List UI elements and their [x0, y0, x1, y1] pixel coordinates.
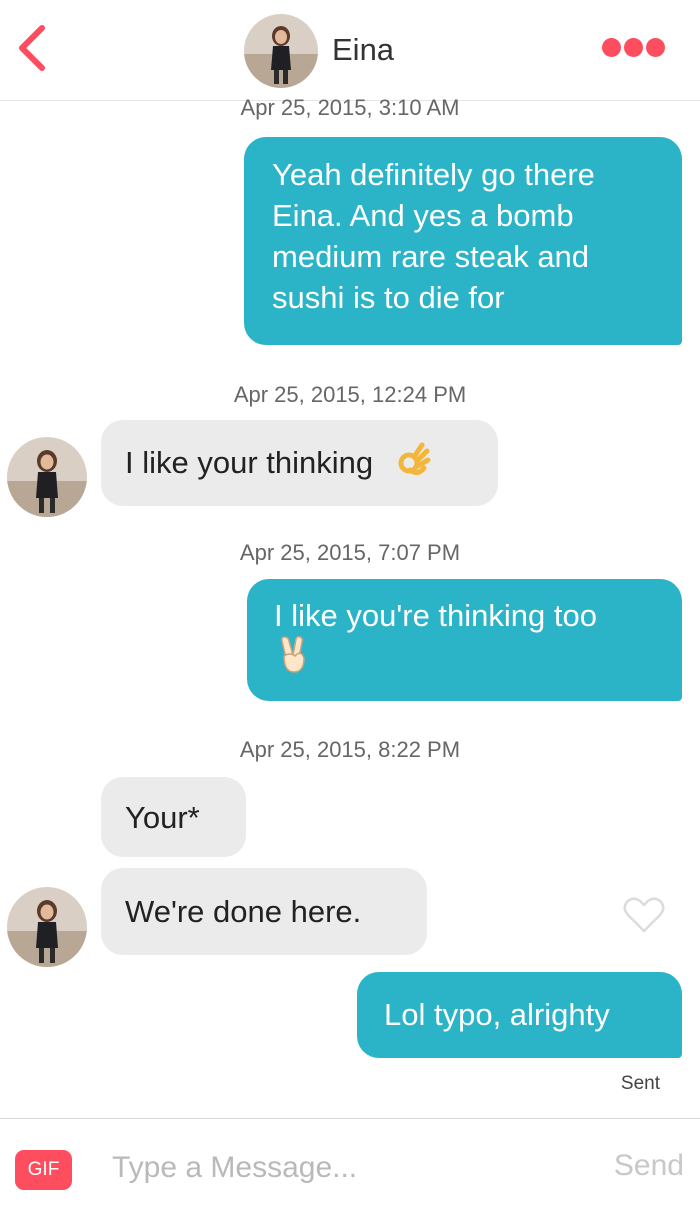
message-text: Yeah definitely go there Eina. And yes a…	[272, 157, 595, 315]
victory-hand-emoji	[278, 636, 308, 684]
contact-avatar-small[interactable]	[7, 887, 87, 967]
contact-avatar[interactable]	[244, 14, 318, 88]
incoming-message-bubble[interactable]: We're done here.	[101, 868, 427, 955]
more-options-button[interactable]	[602, 38, 672, 62]
message-text: Lol typo, alrighty	[384, 997, 610, 1032]
contact-name[interactable]: Eina	[332, 32, 394, 68]
message-status: Sent	[620, 1073, 660, 1094]
outgoing-message-bubble[interactable]: Lol typo, alrighty	[357, 972, 682, 1058]
message-timestamp: Apr 25, 2015, 12:24 PM	[233, 382, 467, 407]
incoming-message-bubble[interactable]: Your*	[101, 777, 246, 857]
message-timestamp: Apr 25, 2015, 3:10 AM	[240, 95, 460, 120]
ok-hand-emoji	[396, 442, 432, 488]
outgoing-message-bubble[interactable]: I like you're thinking too	[247, 579, 682, 701]
contact-avatar-small[interactable]	[7, 437, 87, 517]
message-text: We're done here.	[125, 894, 362, 929]
gif-button[interactable]: GIF	[15, 1150, 72, 1190]
chevron-left-icon	[19, 25, 45, 71]
message-timestamp: Apr 25, 2015, 7:07 PM	[239, 540, 461, 565]
three-dots-icon	[602, 38, 621, 57]
message-text: I like your thinking	[125, 445, 374, 481]
message-text: I like you're thinking too	[274, 598, 597, 633]
message-text: Your*	[125, 800, 200, 835]
message-composer: GIF Send	[0, 1118, 700, 1207]
chat-header: Eina	[0, 0, 700, 101]
outgoing-message-bubble[interactable]: Yeah definitely go there Eina. And yes a…	[244, 137, 682, 345]
send-button[interactable]: Send	[614, 1149, 684, 1183]
like-button[interactable]	[622, 893, 666, 937]
message-timestamp: Apr 25, 2015, 8:22 PM	[239, 737, 461, 762]
message-input[interactable]	[112, 1143, 572, 1193]
heart-outline-icon	[623, 897, 665, 933]
back-button[interactable]	[8, 18, 58, 78]
incoming-message-bubble[interactable]: I like your thinking	[101, 420, 498, 506]
